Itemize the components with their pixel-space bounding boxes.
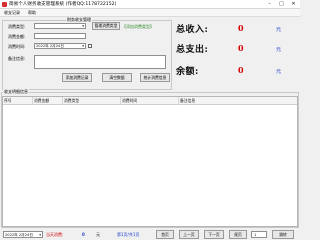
note-textarea[interactable] bbox=[34, 55, 166, 69]
footer-date-value: 2022年 2月24日 bbox=[5, 233, 33, 237]
type-select[interactable]: ▾ bbox=[34, 23, 86, 29]
expense-label: 总支出: bbox=[176, 45, 209, 55]
title-bar: 简易个人财务收支管理系统 (作者QQ:1178722152) – □ ✕ bbox=[0, 0, 300, 9]
column-header-type[interactable]: 消费类型 bbox=[63, 97, 121, 105]
chevron-down-icon: ▾ bbox=[82, 44, 84, 48]
pagination-bar: 2022年 2月24日 ▾ 当天消费: 0 元 第1页/共1页 首页 上一页 下… bbox=[0, 229, 300, 240]
first-page-button[interactable]: 首页 bbox=[156, 230, 174, 239]
prev-page-button[interactable]: 上一页 bbox=[179, 230, 199, 239]
clear-data-button[interactable]: 清空数据 bbox=[102, 73, 132, 82]
calendar-icon[interactable] bbox=[88, 44, 92, 48]
add-record-button[interactable]: 添加消费记录 bbox=[62, 73, 92, 82]
details-title: 收支明细信息 bbox=[3, 89, 29, 95]
income-unit: 元 bbox=[276, 27, 282, 33]
last-page-button[interactable]: 尾页 bbox=[229, 230, 247, 239]
type-label: 消费类型: bbox=[8, 24, 26, 29]
maximize-icon[interactable]: □ bbox=[276, 0, 287, 8]
jump-button[interactable]: 跳转 bbox=[272, 230, 294, 239]
column-header-time[interactable]: 消费时间 bbox=[121, 97, 179, 105]
table-header: 序号 消费金额 消费类型 消费时间 备注信息 bbox=[3, 97, 297, 105]
amount-label: 消费金额: bbox=[8, 34, 26, 39]
balance-value: 0 bbox=[238, 65, 244, 75]
stats-button[interactable]: 统计消费信息 bbox=[140, 73, 170, 82]
records-table[interactable]: 序号 消费金额 消费类型 消费时间 备注信息 bbox=[2, 96, 298, 227]
page-number-value: 1 bbox=[254, 233, 257, 237]
today-spend-value: 0 bbox=[82, 232, 85, 237]
column-header-index[interactable]: 序号 bbox=[3, 97, 33, 105]
income-label: 总收入: bbox=[176, 25, 209, 35]
time-label: 消费时间: bbox=[8, 44, 26, 49]
income-value: 0 bbox=[238, 23, 244, 33]
app-icon bbox=[2, 2, 7, 7]
chevron-down-icon: ▾ bbox=[82, 24, 84, 28]
menu-item-records[interactable]: 收支记录 bbox=[4, 10, 20, 16]
balance-label: 余额: bbox=[176, 67, 199, 77]
page-number-input[interactable]: 1 bbox=[251, 231, 267, 238]
minimize-icon[interactable]: – bbox=[264, 0, 275, 8]
chevron-down-icon: ▾ bbox=[39, 233, 41, 237]
close-icon[interactable]: ✕ bbox=[288, 0, 299, 8]
expense-unit: 元 bbox=[276, 47, 282, 53]
expense-value: 0 bbox=[238, 43, 244, 53]
today-spend-unit: 元 bbox=[96, 232, 100, 237]
column-header-amount[interactable]: 消费金额 bbox=[33, 97, 63, 105]
balance-unit: 元 bbox=[276, 69, 282, 75]
today-spend-label: 当天消费: bbox=[46, 232, 64, 237]
column-header-note[interactable]: 备注信息 bbox=[179, 97, 297, 105]
amount-input[interactable] bbox=[34, 33, 86, 39]
note-label: 备注信息: bbox=[8, 56, 26, 61]
menu-bar: 收支记录 帮助 bbox=[0, 9, 300, 17]
add-type-link[interactable]: 【添加消费类型】 bbox=[122, 24, 154, 30]
page-info: 第1页/共1页 bbox=[117, 232, 140, 237]
date-value: 2022年 2月24日 bbox=[36, 44, 64, 48]
window-title: 简易个人财务收支管理系统 (作者QQ:1178722152) bbox=[9, 2, 117, 7]
manage-types-button[interactable]: 管理消费类型 bbox=[92, 22, 120, 30]
footer-date-picker[interactable]: 2022年 2月24日 ▾ bbox=[3, 231, 43, 238]
menu-item-help[interactable]: 帮助 bbox=[28, 10, 36, 16]
date-picker[interactable]: 2022年 2月24日 ▾ bbox=[34, 43, 86, 49]
next-page-button[interactable]: 下一页 bbox=[204, 230, 224, 239]
